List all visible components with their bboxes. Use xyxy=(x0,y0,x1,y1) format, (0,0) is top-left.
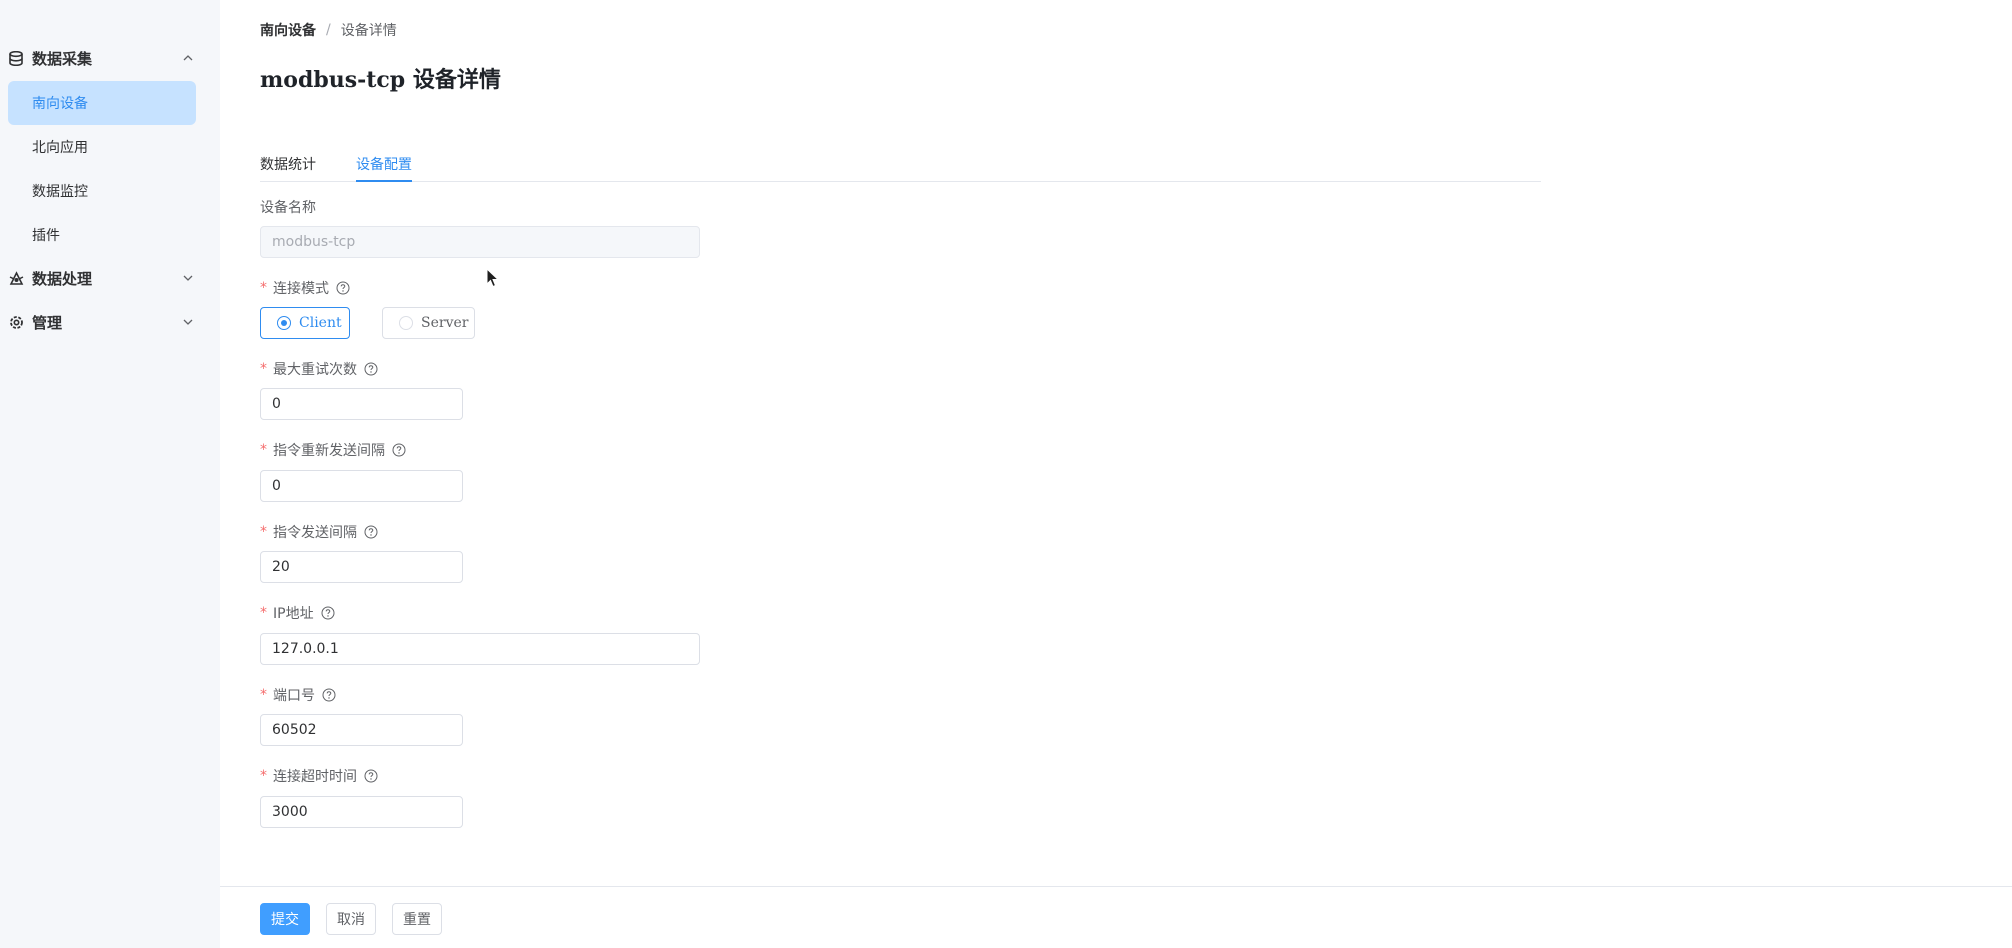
sidebar-item-plugins[interactable]: 插件 xyxy=(8,213,196,257)
required-mark: * xyxy=(260,442,267,458)
field-label-text: IP地址 xyxy=(273,606,314,622)
required-mark: * xyxy=(260,524,267,540)
resend-interval-input[interactable]: 0 xyxy=(260,470,463,502)
required-mark: * xyxy=(260,768,267,784)
field-label-text: 连接超时时间 xyxy=(273,769,357,785)
sidebar-item-label: 北向应用 xyxy=(32,140,88,156)
required-mark: * xyxy=(260,687,267,703)
help-icon[interactable] xyxy=(336,281,350,295)
device-name-input[interactable]: modbus-tcp xyxy=(260,226,700,258)
sidebar-item-label: 南向设备 xyxy=(32,96,88,112)
breadcrumb-separator: / xyxy=(326,22,331,38)
connection-timeout-label: * 连接超时时间 xyxy=(260,766,378,786)
required-mark: * xyxy=(260,605,267,621)
ip-address-input[interactable]: 127.0.0.1 xyxy=(260,633,700,665)
field-label-text: 指令重新发送间隔 xyxy=(273,443,385,459)
tab-data-statistics[interactable]: 数据统计 xyxy=(260,154,316,174)
field-label-text: 设备名称 xyxy=(260,200,316,216)
mode-client-radio[interactable]: Client xyxy=(260,307,350,339)
database-icon xyxy=(8,50,24,66)
field-label-text: 连接模式 xyxy=(273,281,329,297)
chevron-down-icon xyxy=(183,319,193,325)
sidebar-item-label: 数据监控 xyxy=(32,184,88,200)
breadcrumb-parent-link[interactable]: 南向设备 xyxy=(260,20,316,40)
chevron-down-icon xyxy=(183,275,193,281)
mouse-cursor-icon xyxy=(486,268,500,288)
port-input[interactable]: 60502 xyxy=(260,714,463,746)
sidebar: 数据采集 南向设备 北向应用 数据监控 插件 数据处理 管理 xyxy=(0,0,220,948)
ip-address-label: * IP地址 xyxy=(260,603,335,623)
sidebar-group-data-processing[interactable]: 数据处理 xyxy=(0,256,220,300)
device-name-label: 设备名称 xyxy=(260,197,316,217)
max-retry-label: * 最大重试次数 xyxy=(260,359,378,379)
help-icon[interactable] xyxy=(364,769,378,783)
help-icon[interactable] xyxy=(321,606,335,620)
help-icon[interactable] xyxy=(364,362,378,376)
cancel-button[interactable]: 取消 xyxy=(326,903,376,935)
sidebar-item-north-apps[interactable]: 北向应用 xyxy=(8,125,196,169)
gear-icon xyxy=(8,314,24,330)
active-tab-indicator xyxy=(356,180,412,182)
sidebar-item-data-monitor[interactable]: 数据监控 xyxy=(8,169,196,213)
radio-dot-icon xyxy=(399,316,413,330)
mode-server-radio[interactable]: Server xyxy=(382,307,475,339)
field-label-text: 端口号 xyxy=(273,688,315,704)
page-title: modbus-tcp 设备详情 xyxy=(260,67,501,93)
help-icon[interactable] xyxy=(392,443,406,457)
sidebar-group-label: 数据采集 xyxy=(32,49,93,68)
help-icon[interactable] xyxy=(364,525,378,539)
tab-device-config[interactable]: 设备配置 xyxy=(356,154,412,174)
radio-dot-icon xyxy=(277,316,291,330)
resend-interval-label: * 指令重新发送间隔 xyxy=(260,440,406,460)
sidebar-group-label: 数据处理 xyxy=(32,269,93,288)
form-footer: 提交 取消 重置 xyxy=(220,886,2012,948)
sidebar-item-label: 插件 xyxy=(32,228,60,244)
breadcrumb-current: 设备详情 xyxy=(340,23,397,39)
field-label-text: 最大重试次数 xyxy=(273,362,357,378)
send-interval-label: * 指令发送间隔 xyxy=(260,522,378,542)
reset-button[interactable]: 重置 xyxy=(392,903,442,935)
submit-button[interactable]: 提交 xyxy=(260,903,310,935)
sidebar-group-label: 管理 xyxy=(32,313,63,332)
tab-bar: 数据统计 设备配置 xyxy=(260,150,1541,182)
breadcrumb: 南向设备 / 设备详情 xyxy=(260,20,397,40)
required-mark: * xyxy=(260,361,267,377)
sidebar-item-south-devices[interactable]: 南向设备 xyxy=(8,81,196,125)
required-mark: * xyxy=(260,280,267,296)
radio-label: Server xyxy=(421,315,469,331)
connection-mode-label: * 连接模式 xyxy=(260,278,350,298)
port-label: * 端口号 xyxy=(260,685,336,705)
help-icon[interactable] xyxy=(322,688,336,702)
radio-label: Client xyxy=(299,315,342,331)
chevron-up-icon xyxy=(183,55,193,61)
main-content: 南向设备 / 设备详情 modbus-tcp 设备详情 数据统计 设备配置 设备… xyxy=(220,0,2012,948)
sidebar-group-data-collection[interactable]: 数据采集 xyxy=(0,36,220,80)
process-icon xyxy=(8,270,24,286)
max-retry-input[interactable]: 0 xyxy=(260,388,463,420)
sidebar-group-management[interactable]: 管理 xyxy=(0,300,220,344)
field-label-text: 指令发送间隔 xyxy=(273,525,357,541)
connection-timeout-input[interactable]: 3000 xyxy=(260,796,463,828)
send-interval-input[interactable]: 20 xyxy=(260,551,463,583)
